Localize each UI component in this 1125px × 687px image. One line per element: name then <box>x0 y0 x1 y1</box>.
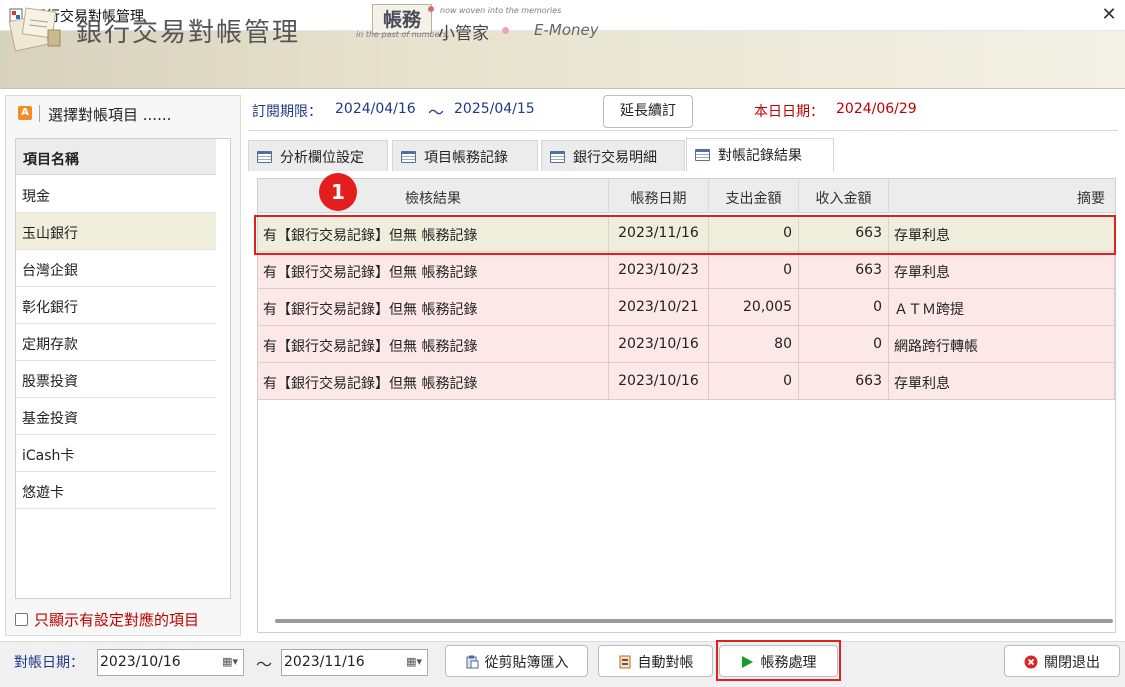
list-item[interactable]: 股票投資 <box>16 361 216 398</box>
table-icon <box>257 151 272 163</box>
cell-memo: 存單利息 <box>889 363 1115 400</box>
subscription-start-date: 2024/04/16 <box>335 101 416 117</box>
cell-memo: ＡＴＭ跨提 <box>889 289 1115 326</box>
close-exit-button[interactable]: 關閉退出 <box>1004 645 1120 677</box>
annotation-badge-1: 1 <box>319 173 357 211</box>
highlight-outline <box>254 215 1116 255</box>
cell-expense: 0 <box>709 252 799 289</box>
brand-dot <box>428 6 434 12</box>
import-clipboard-button[interactable]: 從剪貼簿匯入 <box>445 645 588 677</box>
divider <box>248 130 1118 131</box>
extend-subscription-button[interactable]: 延長續訂 <box>603 95 693 128</box>
select-item-icon: A <box>18 106 32 120</box>
list-item[interactable]: 彰化銀行 <box>16 287 216 324</box>
close-circle-icon <box>1024 655 1038 669</box>
brand-dot <box>502 27 509 34</box>
cell-result: 有【銀行交易記錄】但無 帳務記錄 <box>258 252 609 289</box>
table-row[interactable]: 有【銀行交易記錄】但無 帳務記錄 2023/10/21 20,005 0 ＡＴＭ跨提 <box>258 289 1115 326</box>
cell-memo: 存單利息 <box>889 252 1115 289</box>
list-item[interactable]: 悠遊卡 <box>16 472 216 509</box>
cell-expense: 0 <box>709 363 799 400</box>
select-item-label: 選擇對帳項目 ...... <box>48 106 172 124</box>
highlight-outline <box>716 640 841 681</box>
table-row[interactable]: 有【銀行交易記錄】但無 帳務記錄 2023/10/16 0 663 存單利息 <box>258 363 1115 400</box>
list-item[interactable]: 定期存款 <box>16 324 216 361</box>
subscription-range-separator: ～ <box>428 103 445 122</box>
tab-item-records[interactable]: 項目帳務記錄 <box>392 140 538 171</box>
cell-income: 663 <box>799 363 889 400</box>
reconcile-date-label: 對帳日期： <box>14 655 84 671</box>
date-from-picker[interactable]: 2023/10/16 ▦▾ <box>97 649 244 676</box>
stationery-icon <box>8 6 66 54</box>
today-date-label: 本日日期： <box>754 104 824 120</box>
list-item[interactable]: 現金 <box>16 176 216 213</box>
list-item[interactable]: 台灣企銀 <box>16 250 216 287</box>
table-row[interactable]: 有【銀行交易記錄】但無 帳務記錄 2023/10/16 80 0 網路跨行轉帳 <box>258 326 1115 363</box>
close-window-icon[interactable]: ✕ <box>1096 3 1122 27</box>
column-header-income[interactable]: 收入金額 <box>799 179 889 213</box>
tab-label: 銀行交易明細 <box>573 150 657 166</box>
list-item[interactable]: 玉山銀行 <box>16 213 216 250</box>
cell-expense: 80 <box>709 326 799 363</box>
column-header-date[interactable]: 帳務日期 <box>609 179 709 213</box>
tab-label: 項目帳務記錄 <box>424 150 508 166</box>
brand-english-name: E-Money <box>534 21 599 39</box>
cell-expense: 20,005 <box>709 289 799 326</box>
cell-income: 0 <box>799 289 889 326</box>
close-exit-label: 關閉退出 <box>1044 655 1100 671</box>
brand-tagline-bottom: in the past of numbers, <box>356 30 450 39</box>
auto-reconcile-label: 自動對帳 <box>637 655 694 671</box>
tab-reconcile-results[interactable]: 對帳記錄結果 <box>686 138 834 172</box>
calendar-dropdown-icon[interactable]: ▦▾ <box>406 655 422 668</box>
item-list-header: 項目名稱 <box>16 139 216 175</box>
cell-result: 有【銀行交易記錄】但無 帳務記錄 <box>258 326 609 363</box>
brand-tagline-top: now woven into the memories <box>440 6 562 15</box>
item-list: 項目名稱 現金 玉山銀行 台灣企銀 彰化銀行 定期存款 股票投資 基金投資 iCash卡 悠遊卡 <box>15 138 231 599</box>
ledger-icon <box>619 655 630 669</box>
table-icon <box>695 149 710 161</box>
tab-analysis-settings[interactable]: 分析欄位設定 <box>248 140 388 171</box>
brand-logo-sub: 小管家 <box>438 24 489 44</box>
cell-date: 2023/10/21 <box>609 289 709 326</box>
only-configured-label[interactable]: 只顯示有設定對應的項目 <box>34 609 199 630</box>
cell-income: 0 <box>799 326 889 363</box>
list-item[interactable]: 基金投資 <box>16 398 216 435</box>
tab-bank-details[interactable]: 銀行交易明細 <box>541 140 685 171</box>
cell-date: 2023/10/23 <box>609 252 709 289</box>
column-header-result[interactable]: 檢核結果 <box>258 179 609 213</box>
calendar-dropdown-icon[interactable]: ▦▾ <box>222 655 238 668</box>
table-icon <box>550 151 565 163</box>
cell-memo: 網路跨行轉帳 <box>889 326 1115 363</box>
import-clipboard-label: 從剪貼簿匯入 <box>484 655 569 671</box>
clipboard-icon <box>466 655 478 669</box>
date-to-value: 2023/11/16 <box>284 654 365 670</box>
tab-label: 分析欄位設定 <box>280 150 364 166</box>
cell-result: 有【銀行交易記錄】但無 帳務記錄 <box>258 363 609 400</box>
cell-result: 有【銀行交易記錄】但無 帳務記錄 <box>258 289 609 326</box>
today-date-value: 2024/06/29 <box>836 101 917 117</box>
separator <box>39 105 40 122</box>
banner-title: 銀行交易對帳管理 <box>76 18 301 48</box>
only-configured-checkbox[interactable] <box>15 613 28 626</box>
date-from-value: 2023/10/16 <box>100 654 181 670</box>
date-to-picker[interactable]: 2023/11/16 ▦▾ <box>281 649 428 676</box>
subscription-label: 訂閱期限： <box>252 104 322 120</box>
table-row[interactable]: 有【銀行交易記錄】但無 帳務記錄 2023/10/23 0 663 存單利息 <box>258 252 1115 289</box>
column-header-memo[interactable]: 摘要 <box>889 179 1115 213</box>
subscription-end-date: 2025/04/15 <box>454 101 535 117</box>
table-icon <box>401 151 416 163</box>
list-item[interactable]: iCash卡 <box>16 435 216 472</box>
cell-date: 2023/10/16 <box>609 363 709 400</box>
cell-date: 2023/10/16 <box>609 326 709 363</box>
auto-reconcile-button[interactable]: 自動對帳 <box>598 645 713 677</box>
horizontal-scrollbar[interactable] <box>275 619 1113 623</box>
tab-label: 對帳記錄結果 <box>718 148 802 164</box>
date-range-separator: ～ <box>256 655 273 674</box>
column-header-expense[interactable]: 支出金額 <box>709 179 799 213</box>
cell-income: 663 <box>799 252 889 289</box>
